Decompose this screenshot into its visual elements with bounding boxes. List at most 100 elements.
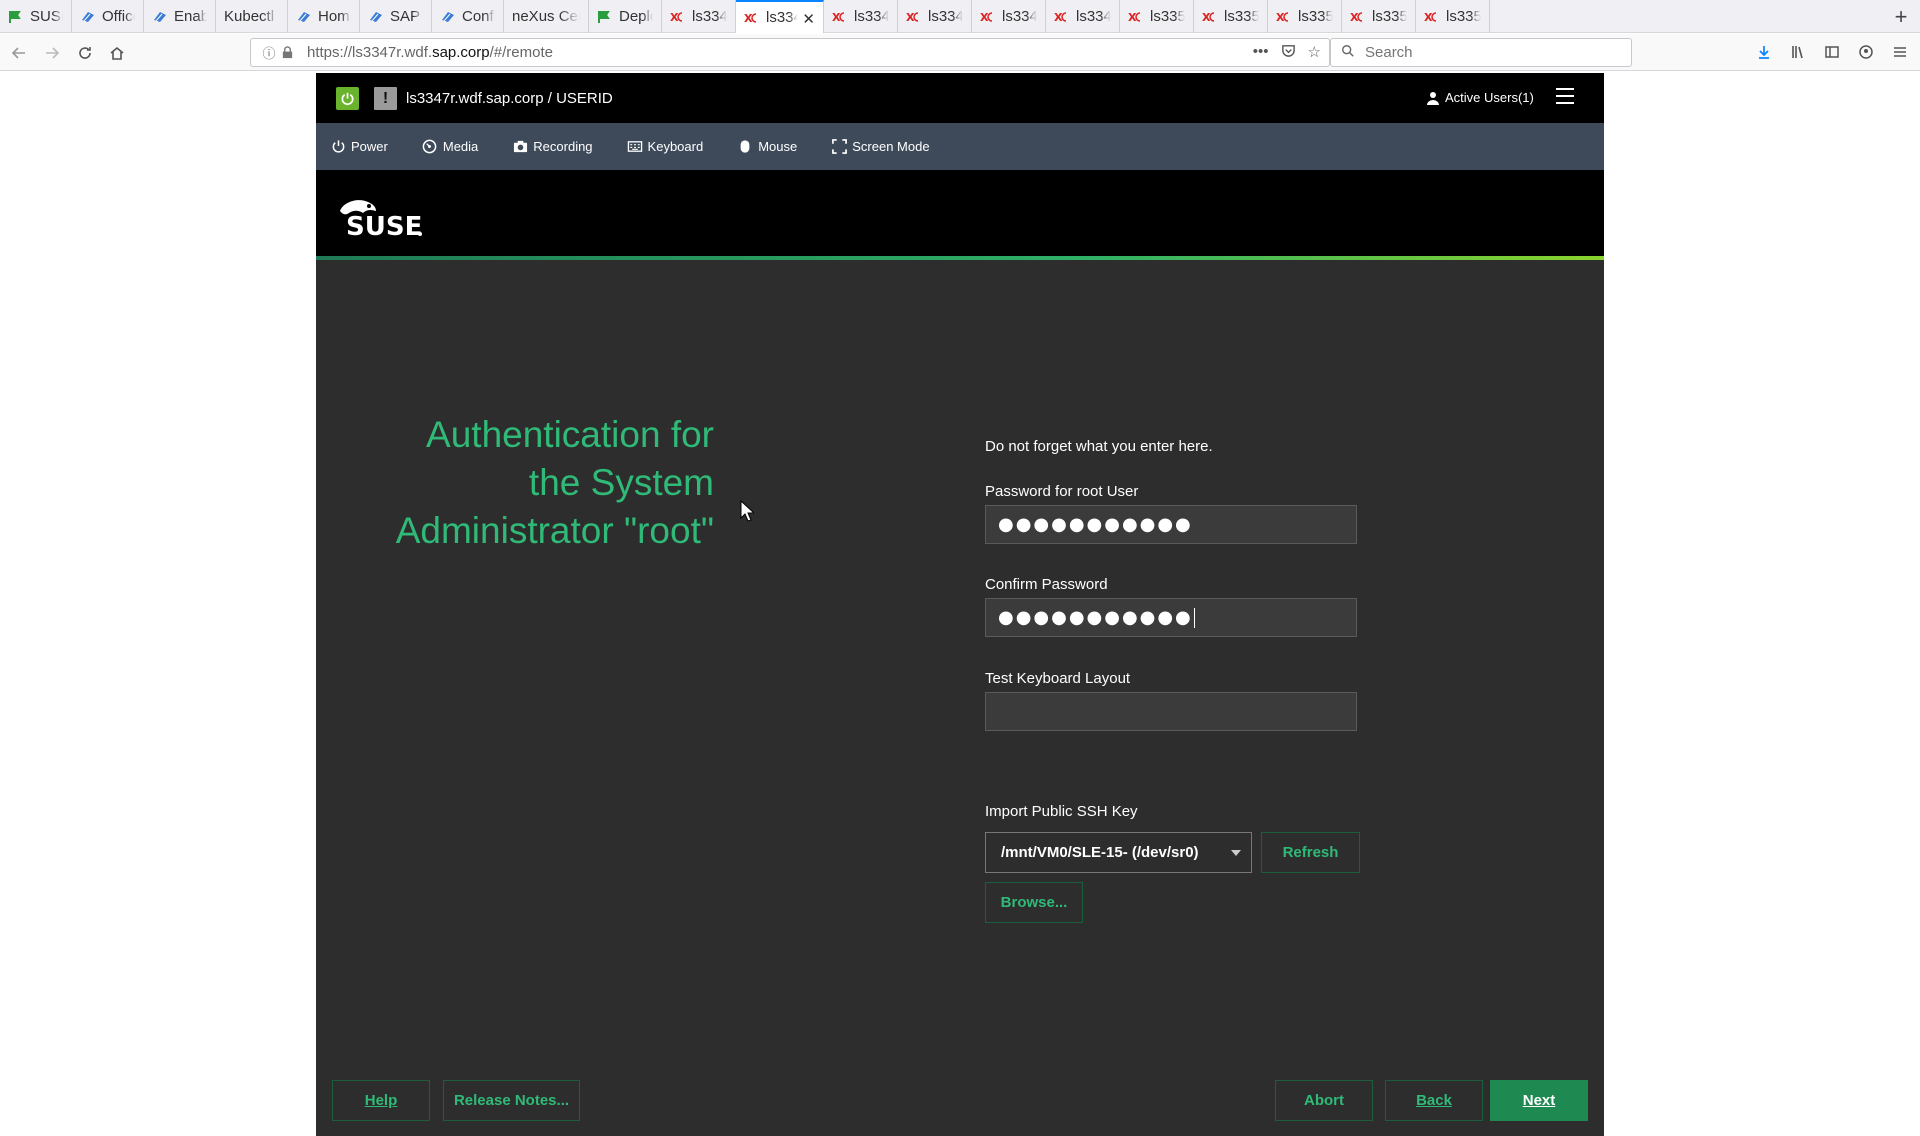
forward-nav-button[interactable]	[39, 40, 65, 66]
app-menu-icon[interactable]	[1890, 42, 1910, 62]
sidebar-icon[interactable]	[1822, 42, 1842, 62]
browser-tab[interactable]: Xls3347r✕	[736, 0, 824, 33]
next-label: Next	[1522, 1092, 1556, 1109]
xc-favicon-icon: X	[1054, 9, 1070, 25]
menu-mouse[interactable]: Mouse	[737, 139, 797, 155]
browser-tab[interactable]: Configu	[432, 0, 504, 33]
search-input[interactable]	[1363, 43, 1603, 62]
keyboard-test-field[interactable]	[985, 692, 1357, 731]
remote-console: ! ls3347r.wdf.sap.corp / USERID Active U…	[316, 73, 1604, 1136]
browser-tab[interactable]: SUSE C	[0, 0, 72, 33]
password-label: Password for root User	[985, 483, 1139, 500]
info-icon[interactable]: ⓘ	[261, 45, 277, 61]
browser-tab[interactable]: Xls3349r	[1046, 0, 1120, 33]
menu-recording-label: Recording	[533, 139, 593, 154]
bookmark-star-icon[interactable]: ☆	[1308, 43, 1321, 62]
menu-media-label: Media	[442, 139, 479, 154]
intro-text: Do not forget what you enter here.	[985, 438, 1213, 455]
menu-mouse-label: Mouse	[758, 139, 798, 154]
power-status-icon[interactable]	[336, 87, 359, 110]
browser-tab[interactable]: Xls3348r	[824, 0, 898, 33]
browser-tab[interactable]: Xls3349r	[972, 0, 1046, 33]
reload-button[interactable]	[72, 40, 98, 66]
browser-tab[interactable]: Xls3351r	[1120, 0, 1194, 33]
menu-keyboard[interactable]: Keyboard	[627, 139, 704, 155]
search-icon	[1341, 44, 1355, 61]
browser-tab-title: ls3353r	[1446, 8, 1481, 25]
suse-favicon-icon	[8, 9, 24, 25]
xc-favicon-icon: X	[980, 9, 996, 25]
browser-tab[interactable]: Home -	[288, 0, 360, 33]
sap-favicon-icon	[152, 9, 168, 25]
menu-power[interactable]: Power	[330, 139, 388, 155]
browser-tab[interactable]: Xls3353r	[1416, 0, 1490, 33]
menu-media[interactable]: Media	[422, 139, 478, 155]
downloads-icon[interactable]	[1754, 42, 1774, 62]
chevron-down-icon	[1231, 850, 1241, 856]
page-actions-icon[interactable]: •••	[1253, 43, 1269, 62]
release-notes-button[interactable]: Release Notes...	[443, 1080, 580, 1121]
browser-tab[interactable]: Xls3353r	[1342, 0, 1416, 33]
browser-tab[interactable]: neXus Cert	[504, 0, 589, 33]
arrow-left-icon	[11, 47, 25, 59]
account-icon[interactable]	[1856, 42, 1876, 62]
back-nav-button[interactable]	[6, 40, 32, 66]
text-caret	[1193, 607, 1195, 628]
home-button[interactable]	[104, 40, 130, 66]
mouse-pointer-icon	[740, 500, 754, 522]
browser-tab-title: ls3347r	[766, 9, 798, 26]
xc-favicon-icon: X	[670, 9, 686, 25]
xc-favicon-icon: X	[1350, 9, 1366, 25]
back-button[interactable]: Back	[1385, 1080, 1483, 1121]
keyboard-test-label: Test Keyboard Layout	[985, 670, 1131, 687]
confirm-password-field[interactable]: ●●●●●●●●●●●	[985, 598, 1357, 637]
camera-icon	[512, 139, 528, 155]
alert-icon[interactable]: !	[374, 87, 397, 110]
svg-text:SUSE: SUSE	[346, 212, 422, 241]
browser-tab-title: SUSE C	[30, 8, 63, 25]
menu-keyboard-label: Keyboard	[647, 139, 704, 154]
menu-recording[interactable]: Recording	[512, 139, 593, 155]
pocket-icon[interactable]	[1281, 43, 1296, 62]
next-button[interactable]: Next	[1490, 1080, 1588, 1121]
browser-tab-title: Kubectl Re	[224, 8, 279, 25]
url-bar[interactable]: ⓘ https://ls3347r.wdf.sap.corp/#/remote …	[250, 38, 1330, 67]
browser-tab[interactable]: SAP Ho	[360, 0, 432, 33]
close-tab-icon[interactable]: ✕	[802, 10, 815, 28]
browser-tab[interactable]: Xls3351r	[1194, 0, 1268, 33]
suse-favicon-icon	[597, 9, 613, 25]
page-title-line-3: Administrator "root"	[395, 510, 714, 551]
browser-tab[interactable]: Kubectl Re	[216, 0, 288, 33]
xc-favicon-icon: X	[1128, 9, 1144, 25]
sap-favicon-icon	[440, 9, 456, 25]
browser-tab[interactable]: Deploy	[589, 0, 662, 33]
active-users-link[interactable]: Active Users(1)	[1426, 90, 1534, 105]
help-button[interactable]: Help	[332, 1080, 430, 1121]
browse-button[interactable]: Browse...	[985, 882, 1083, 923]
browser-tab[interactable]: Xls3348r	[898, 0, 972, 33]
abort-label: Abort	[1304, 1092, 1344, 1109]
browser-tab-title: Home -	[318, 8, 351, 25]
abort-button[interactable]: Abort	[1275, 1080, 1373, 1121]
browser-toolbar-right	[1754, 42, 1910, 62]
release-notes-label: Release Notes...	[453, 1092, 570, 1109]
browser-tab[interactable]: Xls3352r	[1268, 0, 1342, 33]
user-icon	[1427, 91, 1439, 105]
browser-tab-title: Enable	[174, 8, 207, 25]
arrow-right-icon	[46, 47, 60, 59]
console-menu-icon[interactable]	[1556, 88, 1574, 106]
xc-favicon-icon: X	[1276, 9, 1292, 25]
password-value: ●●●●●●●●●●●	[998, 514, 1193, 535]
browser-tab[interactable]: Office /	[72, 0, 144, 33]
browser-tab[interactable]: Enable	[144, 0, 216, 33]
menu-screen-mode[interactable]: Screen Mode	[831, 139, 930, 155]
browser-tab[interactable]: Xls3347r	[662, 0, 736, 33]
new-tab-button[interactable]: +	[1882, 0, 1920, 33]
ssh-key-source-select[interactable]: /mnt/VM0/SLE-15- (/dev/sr0)	[985, 832, 1252, 873]
search-bar[interactable]	[1330, 38, 1632, 67]
library-icon[interactable]	[1788, 42, 1808, 62]
menu-power-label: Power	[351, 139, 388, 154]
password-field[interactable]: ●●●●●●●●●●●	[985, 505, 1357, 544]
refresh-button[interactable]: Refresh	[1261, 832, 1360, 873]
browser-tab-title: ls3347r	[692, 8, 727, 25]
